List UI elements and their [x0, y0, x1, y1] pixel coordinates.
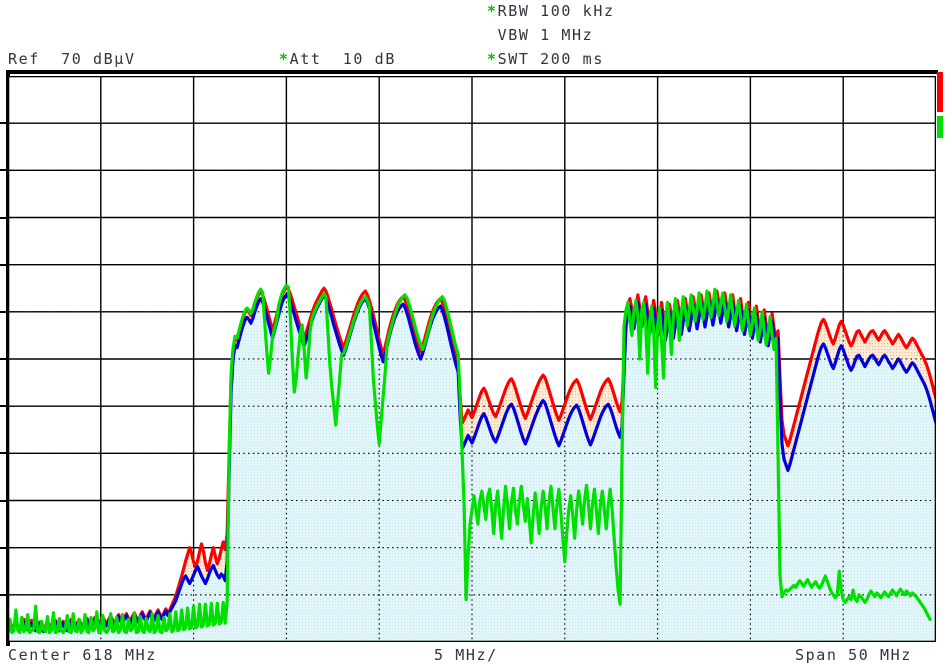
top-axis-bar: [6, 70, 938, 74]
vbw-label: VBW 1 MHz: [497, 26, 594, 44]
att-star-icon: *: [279, 50, 290, 68]
spectrum-graph: 10152025303540455055606570: [0, 75, 937, 643]
ref-label: Ref 70 dBµV: [8, 50, 136, 68]
y-tick-mark: [0, 358, 8, 360]
plot-area: 10152025303540455055606570: [0, 70, 945, 646]
y-tick-10: 10: [0, 621, 2, 639]
spectrum-chart-svg: [7, 75, 937, 643]
vbw-star-icon: [487, 26, 498, 44]
rbw-star-icon: *: [487, 2, 498, 20]
trace-1-indicator: [937, 72, 943, 112]
y-tick-mark: [0, 499, 8, 502]
span-label: Span 50 MHz: [795, 646, 912, 664]
trace-3-indicator: [937, 116, 943, 138]
ref-level-setting: Ref 70 dBµV: [8, 50, 136, 68]
span-per-division-label: 5 MHz/: [434, 646, 498, 664]
swt-label: SWT 200 ms: [497, 50, 604, 68]
swt-star-icon: *: [487, 50, 498, 68]
y-tick-mark: [0, 452, 8, 455]
y-tick-mark: [0, 216, 8, 219]
rbw-label: RBW 100 kHz: [497, 2, 615, 20]
swt-setting: *SWT 200 ms: [487, 50, 604, 68]
frequency-axis-footer: Center 618 MHz 5 MHz/ Span 50 MHz: [0, 646, 945, 669]
y-tick-mark: [0, 593, 8, 596]
att-label: Att 10 dB: [289, 50, 396, 68]
rbw-setting: *RBW 100 kHz: [487, 2, 615, 20]
y-tick-70: 70: [0, 78, 2, 96]
y-tick-mark: [0, 263, 8, 266]
y-tick-mark: [0, 546, 8, 549]
vbw-setting: VBW 1 MHz: [487, 26, 593, 44]
spectrum-analyzer-screen: *RBW 100 kHz VBW 1 MHz *SWT 200 ms Ref 7…: [0, 0, 945, 669]
y-tick-mark: [0, 169, 8, 172]
y-tick-mark: [0, 122, 8, 125]
attenuation-setting: *Att 10 dB: [279, 50, 396, 68]
y-tick-mark: [0, 405, 8, 408]
y-tick-mark: [0, 310, 8, 313]
center-frequency-label: Center 618 MHz: [8, 646, 157, 664]
